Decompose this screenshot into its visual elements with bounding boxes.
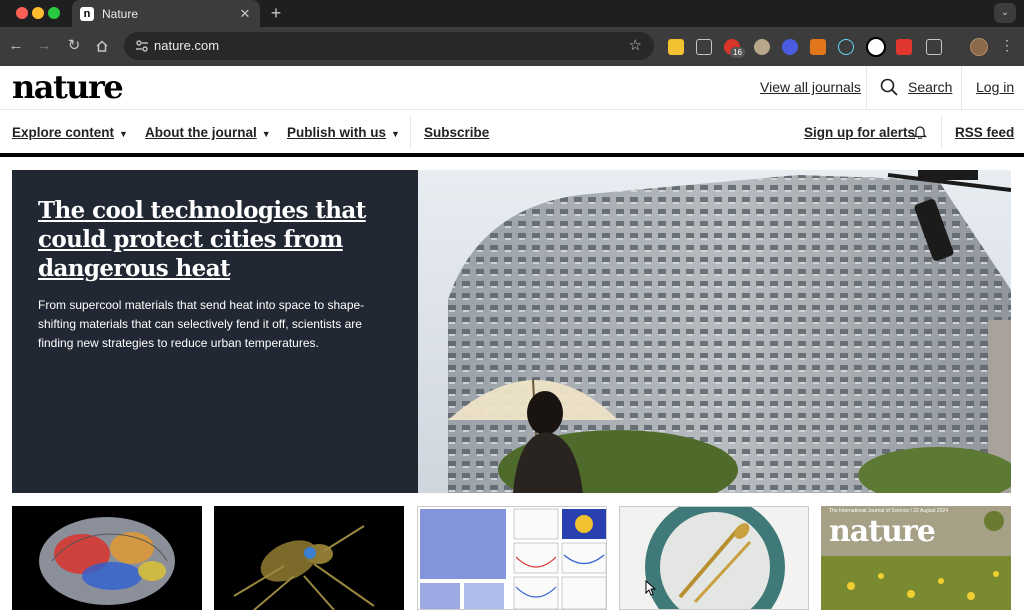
article-card-brain[interactable] — [12, 506, 202, 610]
extension-notes-icon[interactable] — [668, 39, 684, 55]
hero-headline-link[interactable]: The cool technologies that could protect… — [38, 196, 388, 283]
extension-waves-icon[interactable] — [896, 39, 912, 55]
cover-title: nature — [829, 514, 936, 549]
nav-subscribe[interactable]: Subscribe — [424, 125, 489, 140]
nav-divider — [410, 116, 411, 148]
hero-image[interactable] — [418, 170, 1011, 493]
hero-text-panel: The cool technologies that could protect… — [12, 170, 418, 493]
article-card-cover[interactable]: The International Journal of Science / 2… — [821, 506, 1011, 610]
nature-logo[interactable]: nature — [12, 68, 124, 106]
maximize-window-button[interactable] — [48, 7, 60, 19]
hero-description: From supercool materials that send heat … — [38, 298, 365, 350]
browser-menu-icon[interactable]: ⋮ — [1000, 37, 1014, 54]
nav-about-journal[interactable]: About the journal ▼ — [145, 125, 271, 140]
view-all-journals-link[interactable]: View all journals — [760, 79, 861, 95]
minimize-window-button[interactable] — [32, 7, 44, 19]
forward-icon[interactable]: → — [34, 36, 54, 56]
mosquito-image — [233, 525, 375, 610]
profile-avatar[interactable] — [970, 38, 988, 56]
nav-divider — [941, 116, 942, 148]
nav-sign-up-alerts[interactable]: Sign up for alerts — [804, 125, 915, 140]
extension-gear-blue-icon[interactable] — [782, 39, 798, 55]
address-bar[interactable]: nature.com ☆ — [124, 32, 654, 60]
site-header: nature View all journals Search Log in — [0, 66, 1024, 110]
reload-icon[interactable]: ↻ — [64, 36, 84, 56]
extension-fox-icon[interactable] — [810, 39, 826, 55]
article-card-figure[interactable] — [417, 506, 607, 610]
extensions-puzzle-icon[interactable] — [926, 39, 942, 55]
nav-bottom-rule — [0, 153, 1024, 157]
site-nav: Explore content ▼ About the journal ▼ Publ… — [0, 110, 1024, 154]
bell-icon — [913, 126, 927, 139]
bookmark-star-icon[interactable]: ☆ — [629, 36, 642, 54]
search-icon[interactable] — [880, 78, 898, 96]
scientific-figure-image — [420, 508, 606, 609]
tab-search-button[interactable]: ⌄ — [994, 3, 1016, 23]
extension-reader-icon[interactable] — [696, 39, 712, 55]
browser-tab-strip: n Nature ✕ + ⌄ — [0, 0, 1024, 27]
back-icon[interactable]: ← — [6, 36, 26, 56]
tab-title: Nature — [102, 6, 139, 21]
site-settings-icon[interactable] — [134, 38, 150, 54]
extension-owl-icon[interactable] — [754, 39, 770, 55]
browser-toolbar: ← → ↻ nature.com ☆ 16 ⋮ — [0, 27, 1024, 66]
extension-react-icon[interactable] — [838, 39, 854, 55]
header-divider — [866, 66, 867, 110]
chevron-down-icon: ▼ — [119, 129, 128, 139]
nature-favicon-icon: n — [80, 6, 94, 21]
brain-image — [39, 517, 175, 605]
chevron-down-icon: ▼ — [391, 129, 400, 139]
cursor-icon — [645, 580, 657, 596]
chevron-down-icon: ▼ — [261, 129, 271, 139]
login-link[interactable]: Log in — [976, 79, 1014, 95]
extension-profile-icon[interactable] — [866, 37, 886, 57]
header-divider — [961, 66, 962, 110]
url-text[interactable]: nature.com — [154, 38, 219, 53]
close-window-button[interactable] — [16, 7, 28, 19]
tab-close-icon[interactable]: ✕ — [238, 6, 252, 22]
nav-rss-feed[interactable]: RSS feed — [955, 125, 1014, 140]
new-tab-button[interactable]: + — [268, 3, 284, 23]
home-icon[interactable] — [92, 36, 112, 56]
extension-badge-count: 16 — [730, 47, 745, 58]
article-card-mosquito[interactable] — [214, 506, 404, 610]
browser-tab[interactable]: n Nature ✕ — [72, 0, 260, 27]
nav-publish[interactable]: Publish with us ▼ — [287, 125, 400, 140]
nav-explore-content[interactable]: Explore content ▼ — [12, 125, 128, 140]
search-link[interactable]: Search — [908, 79, 952, 95]
